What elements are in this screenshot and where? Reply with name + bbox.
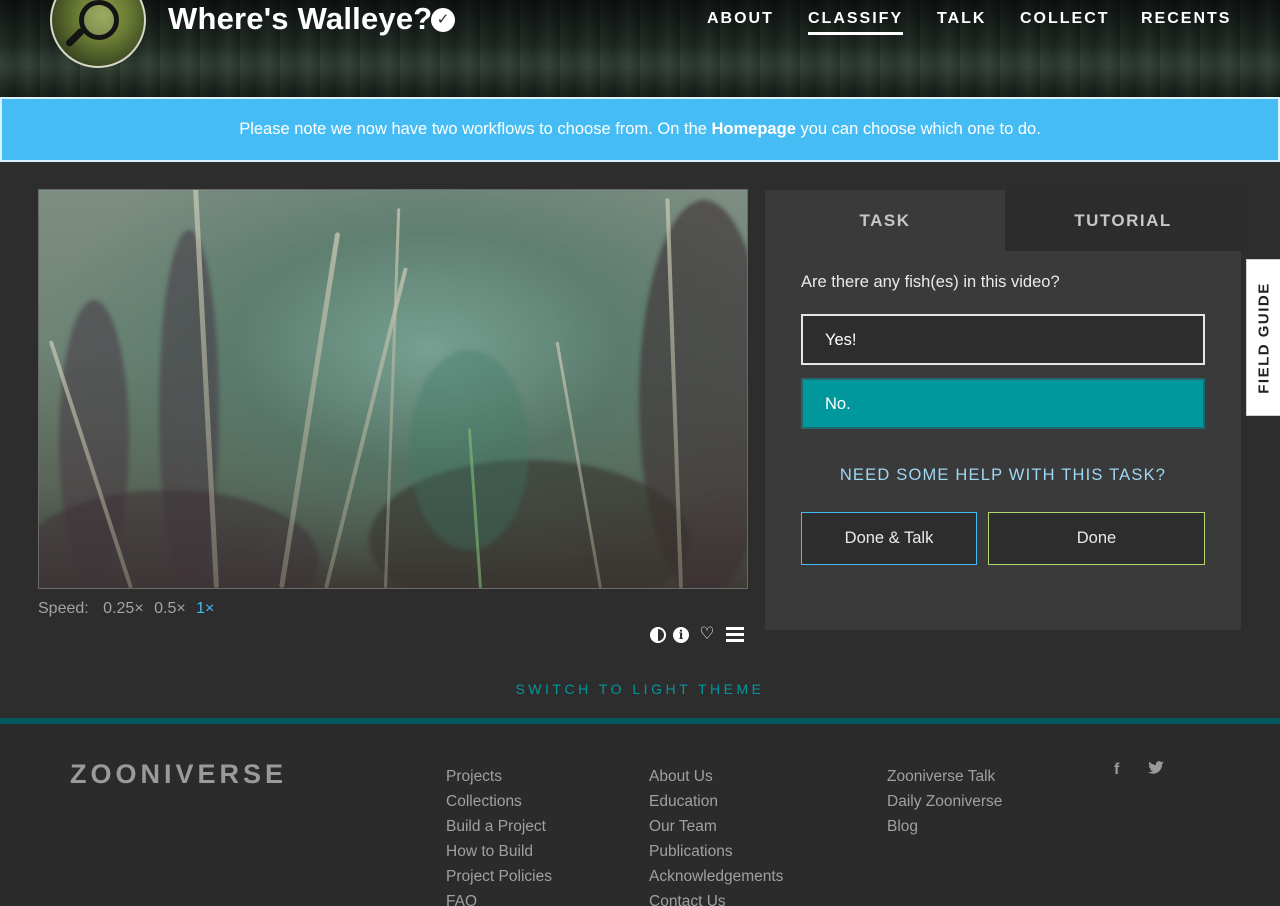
site-footer: ZOONIVERSE Projects Collections Build a …: [0, 718, 1280, 906]
footer-link-collections[interactable]: Collections: [446, 789, 552, 814]
homepage-link[interactable]: Homepage: [712, 120, 796, 138]
footer-link-education[interactable]: Education: [649, 789, 783, 814]
answer-yes[interactable]: Yes!: [801, 314, 1205, 365]
speed-option-1x[interactable]: 1×: [196, 600, 214, 617]
footer-link-acknowledgements[interactable]: Acknowledgements: [649, 864, 783, 889]
subject-video[interactable]: [38, 189, 748, 589]
playback-speed-controls: Speed: 0.25× 0.5× 1×: [38, 600, 220, 618]
footer-link-our-team[interactable]: Our Team: [649, 814, 783, 839]
task-help-link[interactable]: NEED SOME HELP WITH THIS TASK?: [801, 466, 1205, 485]
footer-link-project-policies[interactable]: Project Policies: [446, 864, 552, 889]
answer-no[interactable]: No.: [801, 378, 1205, 429]
footer-link-blog[interactable]: Blog: [887, 814, 1002, 839]
footer-column-talk: Zooniverse Talk Daily Zooniverse Blog: [887, 764, 1002, 839]
footer-link-about-us[interactable]: About Us: [649, 764, 783, 789]
speed-option-0-5x[interactable]: 0.5×: [154, 600, 186, 617]
done-button[interactable]: Done: [988, 512, 1205, 565]
list-icon[interactable]: [726, 627, 744, 643]
field-guide-tab[interactable]: FIELD GUIDE: [1246, 259, 1280, 416]
footer-link-zooniverse-talk[interactable]: Zooniverse Talk: [887, 764, 1002, 789]
speed-option-0-25x[interactable]: 0.25×: [103, 600, 143, 617]
nav-about[interactable]: ABOUT: [707, 10, 774, 28]
nav-recents[interactable]: RECENTS: [1141, 10, 1231, 28]
facebook-icon[interactable]: f: [1114, 761, 1119, 779]
tab-tutorial[interactable]: TUTORIAL: [1005, 190, 1241, 251]
footer-link-daily-zooniverse[interactable]: Daily Zooniverse: [887, 789, 1002, 814]
nav-classify[interactable]: CLASSIFY: [808, 10, 904, 35]
footer-link-publications[interactable]: Publications: [649, 839, 783, 864]
info-icon[interactable]: i: [673, 627, 689, 643]
nav-collect[interactable]: COLLECT: [1020, 10, 1110, 28]
footer-link-projects[interactable]: Projects: [446, 764, 552, 789]
field-guide-label: FIELD GUIDE: [1255, 281, 1272, 394]
heart-icon[interactable]: ♡: [697, 624, 717, 644]
footer-link-build-project[interactable]: Build a Project: [446, 814, 552, 839]
contrast-icon[interactable]: [650, 627, 666, 643]
tab-task[interactable]: TASK: [765, 190, 1005, 251]
switch-theme-link[interactable]: SWITCH TO LIGHT THEME: [0, 681, 1280, 697]
footer-column-about: About Us Education Our Team Publications…: [649, 764, 783, 906]
task-panel: TASK TUTORIAL Are there any fish(es) in …: [765, 190, 1241, 630]
done-and-talk-button[interactable]: Done & Talk: [801, 512, 977, 565]
speed-label: Speed:: [38, 600, 89, 617]
banner-text: Please note we now have two workflows to…: [239, 120, 1041, 138]
project-header: Where's Walleye? ✓ ABOUT CLASSIFY TALK C…: [0, 0, 1280, 97]
footer-column-projects: Projects Collections Build a Project How…: [446, 764, 552, 906]
footer-link-contact-us[interactable]: Contact Us: [649, 889, 783, 906]
footer-link-how-to-build[interactable]: How to Build: [446, 839, 552, 864]
task-question: Are there any fish(es) in this video?: [801, 273, 1060, 291]
zooniverse-logo[interactable]: ZOONIVERSE: [70, 759, 287, 790]
footer-link-faq[interactable]: FAQ: [446, 889, 552, 906]
project-nav: ABOUT CLASSIFY TALK COLLECT RECENTS: [0, 10, 1280, 40]
nav-talk[interactable]: TALK: [937, 10, 986, 28]
twitter-icon[interactable]: [1148, 761, 1164, 780]
announcement-banner: Please note we now have two workflows to…: [0, 97, 1280, 162]
